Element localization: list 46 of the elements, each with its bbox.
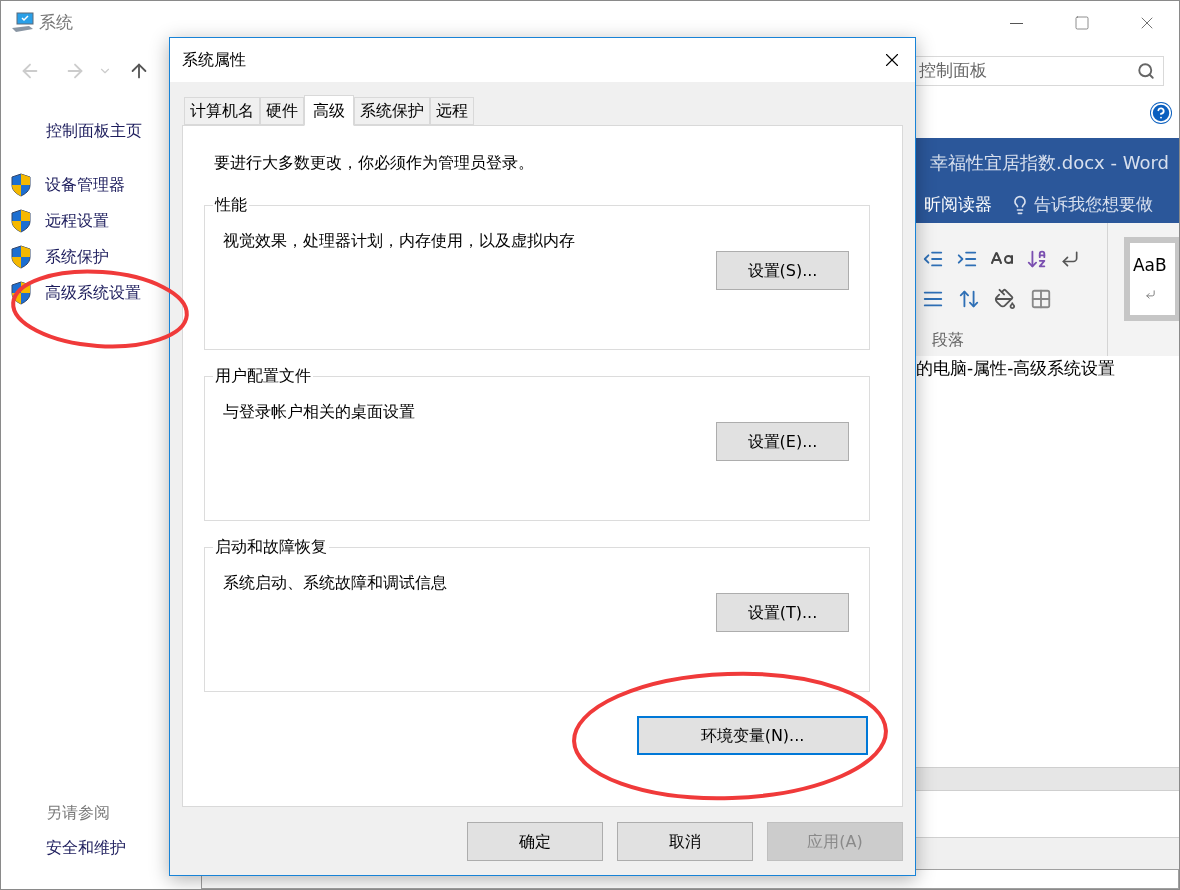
paragraph-mark-icon	[1144, 288, 1156, 300]
settings-button[interactable]: 设置(S)...	[716, 251, 849, 290]
group-description: 系统启动、系统故障和调试信息	[223, 573, 448, 593]
line-spacing-icon[interactable]	[958, 288, 980, 310]
word-window-title: 幸福性宜居指数.docx - Word	[930, 150, 1169, 175]
paint-bucket-icon[interactable]	[994, 288, 1016, 310]
dialog-button[interactable]: 确定	[467, 822, 603, 861]
tab[interactable]: 系统保护	[354, 97, 430, 125]
section-heading: 另请参阅	[46, 803, 111, 823]
sidebar-link[interactable]: 高级系统设置	[45, 283, 141, 303]
window-title: 系统	[39, 11, 73, 35]
group-title: 启动和故障恢复	[214, 537, 328, 557]
borders-icon[interactable]	[1030, 288, 1052, 310]
computer-icon	[11, 12, 35, 34]
document-text: 的电脑-属性-高级系统设置	[916, 357, 1117, 380]
shield-icon	[11, 173, 31, 197]
search-icon	[1137, 62, 1155, 80]
group-description: 视觉效果，处理器计划，内存使用，以及虚拟内存	[223, 231, 576, 251]
maximize-icon	[1073, 15, 1090, 31]
group-title: 性能	[213, 195, 248, 215]
tell-me-field[interactable]: 告诉我您想要做	[1034, 191, 1153, 218]
ribbon-tab[interactable]: 昕阅读器	[924, 191, 992, 218]
shield-icon	[11, 245, 31, 269]
sidebar-link[interactable]: 系统保护	[45, 247, 109, 267]
shield-icon	[11, 209, 31, 233]
settings-button[interactable]: 设置(E)...	[716, 422, 849, 461]
dialog-title: 系统属性	[182, 49, 246, 71]
style-gallery[interactable]: AaB	[1123, 237, 1179, 321]
notice-text: 要进行大多数更改，你必须作为管理员登录。	[213, 153, 535, 173]
tab[interactable]: 远程	[430, 97, 474, 125]
help-icon[interactable]	[1150, 102, 1172, 124]
sort-icon[interactable]	[1026, 248, 1048, 270]
group-title: 用户配置文件	[214, 366, 312, 386]
environment-variables-button[interactable]: 环境变量(N)...	[637, 716, 868, 755]
sidebar-link[interactable]: 设备管理器	[45, 175, 125, 195]
dialog-button[interactable]: 取消	[617, 822, 753, 861]
sidebar-link[interactable]: 远程设置	[45, 211, 109, 231]
ribbon-group-label: 段落	[932, 329, 965, 351]
shield-icon	[11, 281, 31, 305]
tab[interactable]: 高级	[304, 95, 354, 126]
return-icon[interactable]	[1060, 249, 1080, 269]
settings-button[interactable]: 设置(T)...	[716, 593, 849, 632]
tab[interactable]: 计算机名	[184, 97, 260, 125]
tab[interactable]: 硬件	[260, 97, 304, 125]
group-description: 与登录帐户相关的桌面设置	[223, 402, 416, 422]
minimize-icon	[1010, 22, 1023, 24]
